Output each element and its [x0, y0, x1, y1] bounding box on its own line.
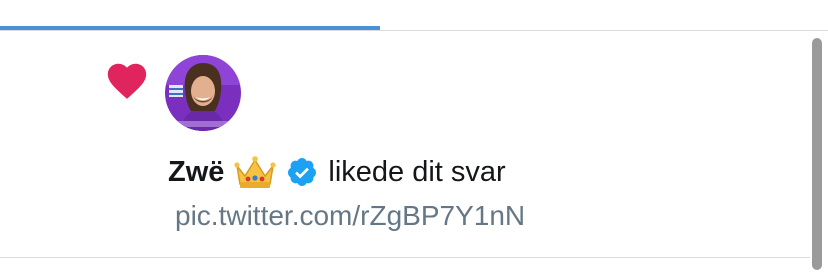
notification-text: Zwë likede dit svar	[168, 150, 506, 194]
notifications-screen: Zwë likede dit svar pic.twitter.com/rZgB…	[0, 0, 828, 275]
verified-badge-icon	[288, 158, 317, 186]
action-text: likede dit svar	[328, 155, 506, 188]
user-name[interactable]: Zwë	[168, 156, 224, 189]
avatar[interactable]	[165, 55, 241, 131]
crown-icon	[234, 156, 277, 188]
scrollbar[interactable]	[812, 38, 822, 270]
heart-icon	[107, 63, 147, 99]
media-link[interactable]: pic.twitter.com/rZgBP7Y1nN	[175, 200, 525, 232]
notification-divider	[0, 257, 810, 258]
